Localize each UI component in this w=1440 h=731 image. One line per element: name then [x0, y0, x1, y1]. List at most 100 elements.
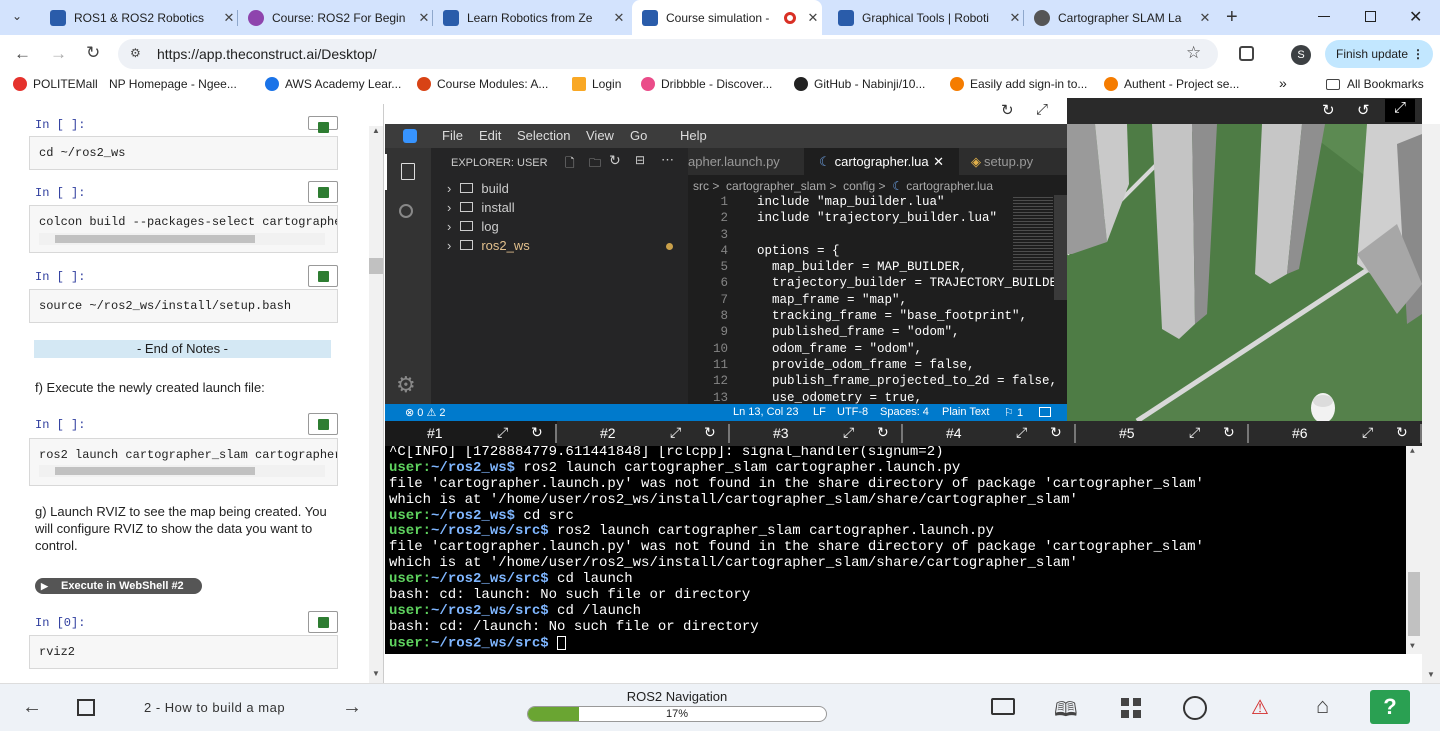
restore-button[interactable]	[1365, 11, 1376, 22]
settings-gear-icon[interactable]: ⚙	[396, 372, 416, 398]
problems-indicator[interactable]: ⊗ 0 ⚠ 2	[405, 406, 446, 419]
reload-editor-icon[interactable]: ↻	[1001, 101, 1014, 119]
bookmark-item[interactable]: Course Modules: A...	[417, 77, 548, 91]
close-icon[interactable]: ✕	[220, 10, 238, 26]
scroll-up-icon[interactable]: ▲	[372, 126, 380, 135]
code-cell[interactable]: cd ~/ros2_ws	[29, 136, 338, 170]
reload-icon[interactable]: ↻	[531, 424, 543, 441]
close-icon[interactable]: ✕	[415, 10, 433, 26]
editor-tab-active[interactable]: ☾ cartographer.lua ✕	[804, 148, 959, 175]
ai-assistant-icon[interactable]	[1183, 696, 1207, 720]
code-cell[interactable]: source ~/ros2_ws/install/setup.bash	[29, 289, 338, 323]
prev-unit-icon[interactable]: ←	[22, 696, 42, 719]
bookmark-item[interactable]: Login	[572, 77, 621, 91]
eol-indicator[interactable]: LF	[813, 406, 826, 418]
site-info-icon[interactable]: ⚙	[130, 46, 141, 60]
bookmark-item[interactable]: Dribbble - Discover...	[641, 77, 772, 91]
scroll-thumb[interactable]	[1408, 572, 1420, 636]
close-window-button[interactable]: ✕	[1409, 7, 1422, 27]
horizontal-scrollbar[interactable]	[39, 465, 325, 477]
menu-view[interactable]: View	[586, 128, 614, 143]
notebook-scrollbar[interactable]: ▲ ▼	[369, 126, 383, 683]
tree-item-ros2-ws[interactable]: › ros2_ws	[447, 238, 673, 253]
execute-webshell-button[interactable]: ▶ Execute in WebShell #2	[35, 578, 202, 594]
copy-code-button[interactable]	[308, 181, 338, 203]
terminal-tab[interactable]: #6 ⤢ ↻	[1250, 421, 1422, 446]
book-icon[interactable]: 🕮	[1054, 695, 1078, 729]
copy-code-button[interactable]	[308, 265, 338, 287]
close-icon[interactable]: ✕	[804, 10, 822, 26]
tree-item-build[interactable]: › build	[447, 181, 509, 196]
more-actions-icon[interactable]: ⋯	[661, 152, 674, 168]
expand-icon[interactable]: ⤢	[843, 424, 854, 441]
close-icon[interactable]: ✕	[933, 154, 944, 170]
expand-editor-icon[interactable]: ⤢	[1036, 101, 1048, 118]
menu-go[interactable]: Go	[630, 128, 647, 143]
layout-icon[interactable]	[1039, 407, 1051, 417]
code-cell[interactable]: rviz2	[29, 635, 338, 669]
new-tab-button[interactable]: +	[1226, 6, 1238, 29]
close-icon[interactable]: ✕	[1196, 10, 1214, 26]
language-indicator[interactable]: Plain Text	[942, 406, 990, 418]
tree-item-log[interactable]: › log	[447, 219, 499, 234]
expand-icon[interactable]: ⤢	[497, 424, 508, 441]
bookmark-item[interactable]: AWS Academy Lear...	[265, 77, 401, 91]
reload-icon[interactable]: ↻	[704, 424, 716, 441]
reload-icon[interactable]: ↻	[1050, 424, 1062, 441]
terminal-tab[interactable]: #4 ⤢ ↻	[904, 421, 1076, 446]
expand-icon[interactable]: ⤢	[1016, 424, 1027, 441]
reload-sim-icon[interactable]: ↻	[1322, 101, 1335, 119]
menu-edit[interactable]: Edit	[479, 128, 501, 143]
browser-tab-active[interactable]: Course simulation - ✕	[632, 0, 822, 35]
help-button[interactable]: ?	[1370, 690, 1410, 724]
browser-tab[interactable]: Course: ROS2 For Begin ✕	[238, 0, 433, 35]
fullscreen-sim-icon[interactable]: ⤢	[1385, 99, 1415, 122]
notebook-toggle-icon[interactable]	[77, 699, 95, 716]
forward-icon[interactable]: →	[50, 44, 67, 64]
bookmark-item[interactable]: Authent - Project se...	[1104, 77, 1239, 91]
more-bookmarks-icon[interactable]: »	[1279, 75, 1287, 91]
address-bar[interactable]: ⚙ https://app.theconstruct.ai/Desktop/ ☆	[118, 39, 1218, 69]
terminal-tab[interactable]: #1 ⤢ ↻	[385, 421, 557, 446]
editor-tab[interactable]: ◈ setup.py	[959, 148, 1067, 175]
new-folder-icon[interactable]: 🗀	[589, 154, 601, 175]
bookmark-star-icon[interactable]: ☆	[1186, 43, 1201, 63]
alert-icon[interactable]: ⚠	[1251, 695, 1269, 720]
expand-icon[interactable]: ⤢	[1362, 424, 1373, 441]
copy-code-button[interactable]	[308, 116, 338, 133]
collapse-all-icon[interactable]: ⊟	[635, 153, 645, 167]
close-icon[interactable]: ✕	[610, 10, 628, 26]
profile-avatar[interactable]: S	[1291, 45, 1311, 65]
new-file-icon[interactable]: 🗋	[565, 154, 575, 175]
all-bookmarks[interactable]: All Bookmarks	[1326, 77, 1424, 91]
bookmark-item[interactable]: GitHub - Nabinji/10...	[794, 77, 925, 91]
terminal-tab[interactable]: #3 ⤢ ↻	[731, 421, 903, 446]
close-icon[interactable]: ✕	[1006, 10, 1024, 26]
browser-tab[interactable]: Graphical Tools | Roboti ✕	[828, 0, 1024, 35]
bookmark-item[interactable]: POLITEMall	[13, 77, 98, 91]
browser-tab[interactable]: ROS1 & ROS2 Robotics ✕	[40, 0, 238, 35]
reload-icon[interactable]: ↻	[877, 424, 889, 441]
refresh-icon[interactable]: ↻	[609, 152, 621, 169]
copy-code-button[interactable]	[308, 611, 338, 633]
indent-indicator[interactable]: Spaces: 4	[880, 406, 929, 418]
simulation-view[interactable]	[1067, 124, 1422, 421]
notifications-indicator[interactable]: ⚐ 1	[1004, 406, 1023, 419]
editor-scrollbar[interactable]	[1054, 195, 1067, 300]
horizontal-scrollbar[interactable]	[39, 233, 325, 245]
menu-selection[interactable]: Selection	[517, 128, 570, 143]
menu-file[interactable]: File	[442, 128, 463, 143]
reload-icon[interactable]: ↻	[1396, 424, 1408, 441]
search-icon[interactable]	[399, 204, 413, 218]
extensions-icon[interactable]	[1239, 46, 1254, 61]
desktop-icon[interactable]	[991, 698, 1015, 715]
home-icon[interactable]: ⌂	[1316, 693, 1329, 719]
tab-search-button[interactable]: ⌄	[12, 9, 30, 27]
apps-grid-icon[interactable]	[1121, 698, 1141, 718]
bookmark-item[interactable]: NP Homepage - Ngee...	[109, 77, 237, 91]
code-cell[interactable]: ros2 launch cartographer_slam cartograph…	[29, 438, 338, 486]
tree-item-install[interactable]: › install	[447, 200, 515, 215]
code-cell[interactable]: colcon build --packages-select cartograp…	[29, 205, 338, 253]
back-icon[interactable]: ←	[14, 44, 31, 64]
expand-icon[interactable]: ⤢	[670, 424, 681, 441]
